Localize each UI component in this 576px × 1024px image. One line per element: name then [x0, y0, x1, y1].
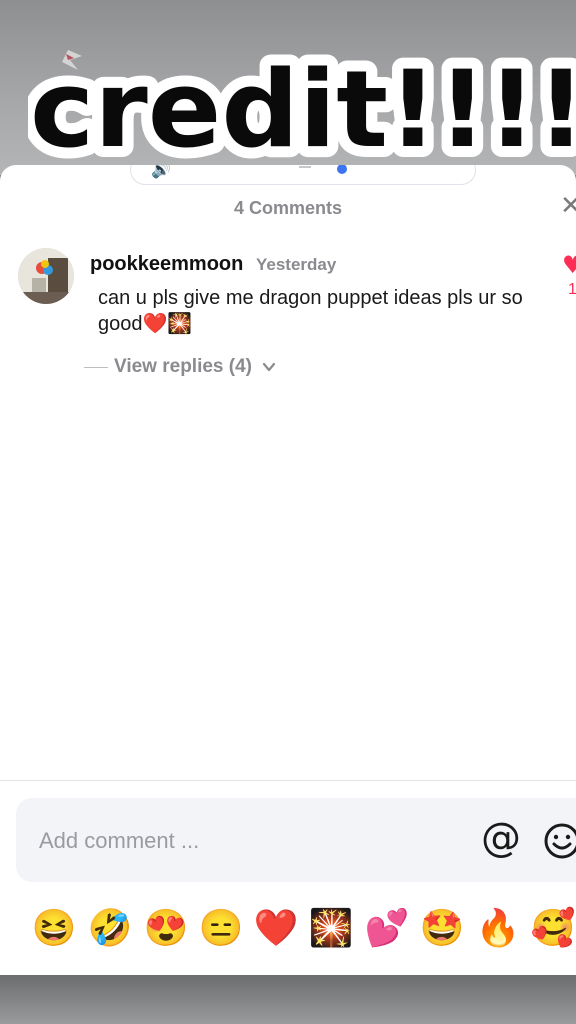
like-count: 1	[568, 281, 576, 298]
comment-username[interactable]: pookkeemmoon	[90, 253, 243, 276]
audio-player-pill[interactable]: 🔊	[130, 165, 476, 185]
comments-sheet: 🔊 4 Comments ✕ pookkeemmoon Yesterday ca…	[0, 165, 576, 975]
quick-emoji[interactable]: 😑	[198, 905, 244, 951]
player-dash	[299, 166, 311, 168]
input-divider	[0, 780, 576, 781]
emoji-icon[interactable]	[543, 822, 576, 860]
at-icon[interactable]: @	[481, 818, 521, 858]
comment-input[interactable]: Add comment ... @	[16, 798, 576, 882]
quick-emoji[interactable]: 🥰	[530, 905, 576, 951]
background-logo	[62, 50, 82, 70]
view-replies-button[interactable]: View replies (4)	[84, 355, 276, 379]
background-video-top	[0, 0, 576, 175]
close-icon[interactable]: ✕	[560, 193, 576, 219]
quick-emoji[interactable]: 🤩	[419, 905, 465, 951]
background-video-bottom	[0, 975, 576, 1024]
quick-emoji[interactable]: ❤️	[253, 905, 299, 951]
heart-icon[interactable]: ♥	[562, 251, 576, 279]
quick-emoji[interactable]: 💕	[364, 905, 410, 951]
comment-input-placeholder: Add comment ...	[39, 828, 200, 853]
quick-emoji[interactable]: 🔥	[475, 905, 521, 951]
quick-emoji-row: 😆 🤣 😍 😑 ❤️ 🎇 💕 🤩 🔥 🥰	[0, 905, 576, 955]
quick-emoji[interactable]: 🤣	[87, 905, 133, 951]
comments-count: 4 Comments	[233, 198, 343, 218]
chevron-down-icon	[262, 362, 276, 372]
replies-line	[84, 366, 108, 368]
avatar[interactable]	[18, 248, 74, 304]
player-dot[interactable]	[337, 165, 347, 174]
quick-emoji[interactable]: 😆	[31, 905, 77, 951]
quick-emoji[interactable]: 😍	[143, 905, 189, 951]
speaker-icon[interactable]: 🔊	[151, 165, 171, 179]
view-replies-label: View replies (4)	[114, 356, 252, 377]
comment-text: can u pls give me dragon puppet ideas pl…	[98, 287, 523, 335]
comment-timestamp: Yesterday	[256, 255, 337, 274]
quick-emoji[interactable]: 🎇	[308, 905, 354, 951]
